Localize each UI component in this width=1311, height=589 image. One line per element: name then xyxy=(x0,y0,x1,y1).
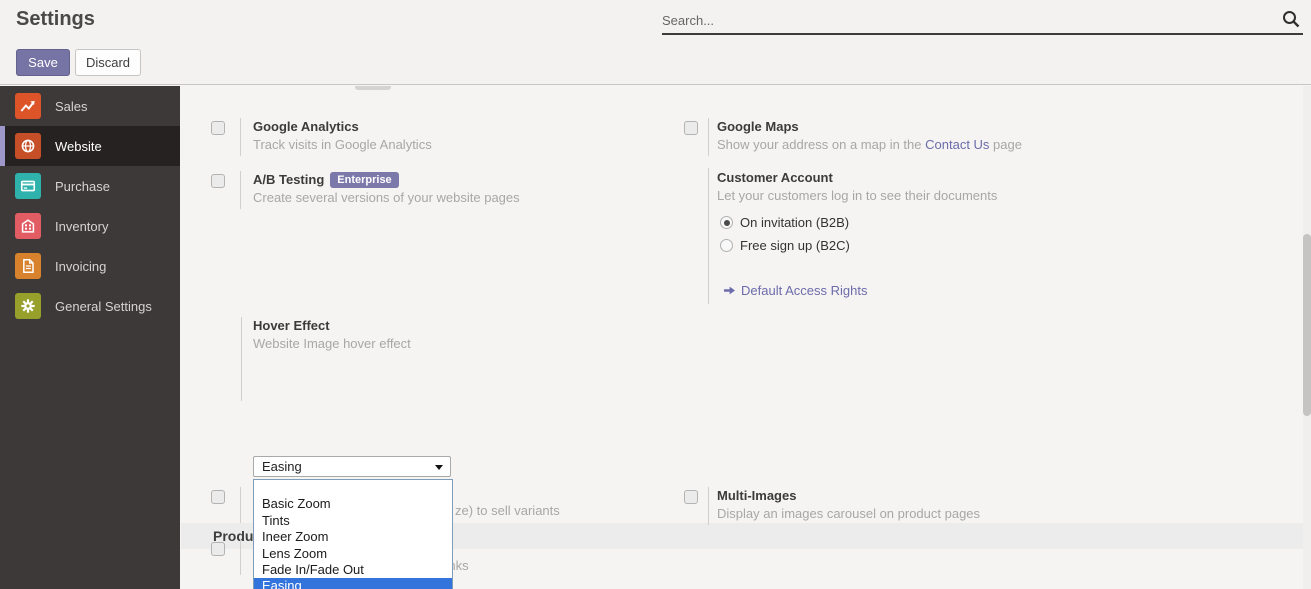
arrow-right-icon xyxy=(723,284,736,297)
hover-effect-dropdown: Basic ZoomTintsIneer ZoomLens ZoomFade I… xyxy=(253,479,453,589)
multi-images-checkbox[interactable] xyxy=(684,490,698,504)
google-maps-desc-after: page xyxy=(989,137,1022,152)
sales-chart-icon xyxy=(15,93,41,119)
active-item-stripe xyxy=(0,126,5,166)
sidebar-item-label: Inventory xyxy=(55,219,108,234)
default-access-rights-label: Default Access Rights xyxy=(741,283,867,298)
sidebar-item-purchase[interactable]: Purchase xyxy=(0,166,180,206)
sidebar-item-invoicing[interactable]: Invoicing xyxy=(0,246,180,286)
digital-content-checkbox[interactable] xyxy=(211,542,225,556)
hover-effect-select[interactable]: Easing xyxy=(253,456,451,477)
radio-on-invitation-label: On invitation (B2B) xyxy=(740,215,849,230)
sidebar-item-website[interactable]: Website xyxy=(0,126,180,166)
dropdown-option[interactable] xyxy=(254,480,452,496)
globe-icon xyxy=(15,133,41,159)
row-separator xyxy=(240,171,241,209)
customer-account-desc: Let your customers log in to see their d… xyxy=(717,188,997,203)
page-title: Settings xyxy=(16,8,95,31)
dropdown-option[interactable]: Tints xyxy=(254,513,452,529)
row-separator xyxy=(708,168,709,304)
google-maps-title: Google Maps xyxy=(717,119,799,134)
settings-page: Settings Save Discard Sales Website xyxy=(0,0,1311,589)
google-maps-desc-before: Show your address on a map in the xyxy=(717,137,925,152)
google-maps-checkbox[interactable] xyxy=(684,121,698,135)
search-input[interactable] xyxy=(662,9,1267,31)
credit-card-icon xyxy=(15,173,41,199)
search-icon[interactable] xyxy=(1281,9,1301,29)
ab-testing-title: A/B Testing Enterprise xyxy=(253,172,399,189)
ab-testing-checkbox[interactable] xyxy=(211,174,225,188)
sidebar-item-label: Purchase xyxy=(55,179,110,194)
row-separator xyxy=(708,118,709,156)
sidebar-item-label: General Settings xyxy=(55,299,152,314)
multi-images-title: Multi-Images xyxy=(717,488,796,503)
hover-effect-selected-value: Easing xyxy=(262,459,302,474)
variants-checkbox[interactable] xyxy=(211,490,225,504)
radio-free-sign-up[interactable] xyxy=(720,239,733,252)
document-icon xyxy=(15,253,41,279)
radio-free-sign-up-label: Free sign up (B2C) xyxy=(740,238,850,253)
customer-account-title: Customer Account xyxy=(717,170,833,185)
gear-icon xyxy=(15,293,41,319)
contact-us-link[interactable]: Contact Us xyxy=(925,137,989,152)
hover-effect-title: Hover Effect xyxy=(253,318,330,333)
settings-content: Google Analytics Track visits in Google … xyxy=(180,86,1303,589)
sidebar: Sales Website Purchase Inventory xyxy=(0,86,180,589)
sidebar-item-label: Sales xyxy=(55,99,88,114)
dropdown-option[interactable]: Fade In/Fade Out xyxy=(254,562,452,578)
ab-testing-desc: Create several versions of your website … xyxy=(253,190,520,205)
top-bar: Settings Save Discard xyxy=(0,0,1311,85)
ab-testing-label: A/B Testing xyxy=(253,172,324,187)
dropdown-option[interactable]: Ineer Zoom xyxy=(254,529,452,545)
discard-button[interactable]: Discard xyxy=(75,49,141,76)
select-caret-icon xyxy=(435,465,443,470)
row-separator xyxy=(240,487,241,523)
sidebar-item-label: Invoicing xyxy=(55,259,106,274)
default-access-rights-link[interactable]: Default Access Rights xyxy=(723,283,867,298)
hover-effect-desc: Website Image hover effect xyxy=(253,336,411,351)
google-analytics-checkbox[interactable] xyxy=(211,121,225,135)
dropdown-option[interactable]: Easing xyxy=(254,578,452,589)
search-box xyxy=(662,6,1303,35)
save-button[interactable]: Save xyxy=(16,49,70,76)
row-separator xyxy=(708,487,709,525)
warehouse-icon xyxy=(15,213,41,239)
google-maps-desc: Show your address on a map in the Contac… xyxy=(717,137,1022,152)
sidebar-item-inventory[interactable]: Inventory xyxy=(0,206,180,246)
enterprise-badge: Enterprise xyxy=(330,172,398,188)
google-analytics-title: Google Analytics xyxy=(253,119,359,134)
variants-desc-fragment: ze) to sell variants xyxy=(455,503,560,518)
dropdown-option[interactable]: Lens Zoom xyxy=(254,546,452,562)
radio-on-invitation[interactable] xyxy=(720,216,733,229)
row-separator xyxy=(240,118,241,156)
scrolled-partial-element xyxy=(355,86,391,90)
row-separator xyxy=(240,539,241,575)
scrollbar-thumb[interactable] xyxy=(1303,234,1311,416)
dropdown-option[interactable]: Basic Zoom xyxy=(254,496,452,512)
sidebar-item-general-settings[interactable]: General Settings xyxy=(0,286,180,326)
google-analytics-desc: Track visits in Google Analytics xyxy=(253,137,432,152)
sidebar-item-label: Website xyxy=(55,139,102,154)
multi-images-desc: Display an images carousel on product pa… xyxy=(717,506,980,521)
scrollbar-track[interactable] xyxy=(1303,86,1311,589)
sidebar-item-sales[interactable]: Sales xyxy=(0,86,180,126)
row-separator xyxy=(241,317,242,401)
